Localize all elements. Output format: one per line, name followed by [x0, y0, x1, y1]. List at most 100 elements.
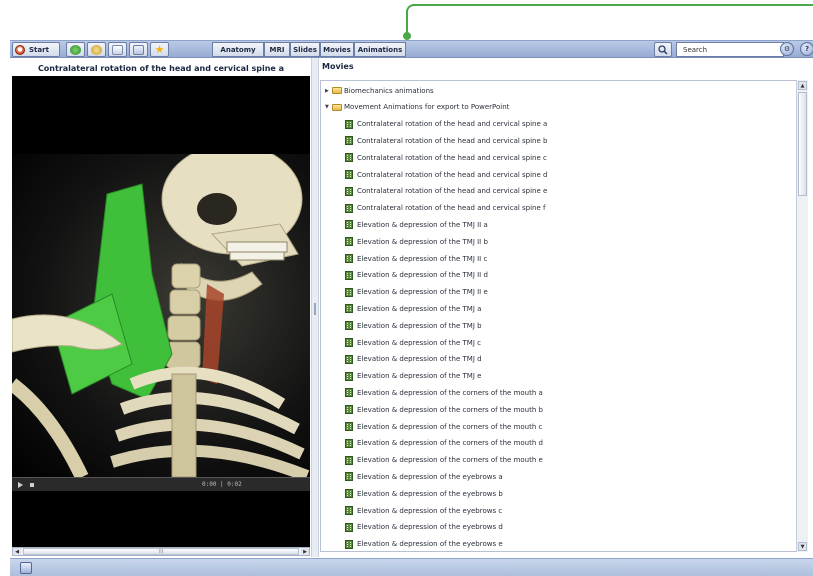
- panel-splitter[interactable]: [311, 58, 319, 557]
- tree-movie-item[interactable]: Elevation & depression of the eyebrows d: [345, 520, 503, 535]
- tree-movie-label: Elevation & depression of the TMJ II d: [357, 271, 488, 280]
- stop-icon[interactable]: [30, 482, 34, 487]
- settings-button[interactable]: ⚙: [780, 42, 794, 56]
- vertical-scroll-thumb[interactable]: [798, 92, 807, 196]
- film-icon: [345, 287, 353, 297]
- tree-movie-label: Elevation & depression of the TMJ II a: [357, 220, 488, 229]
- expand-open-icon[interactable]: ▼: [325, 104, 331, 110]
- document-button[interactable]: [108, 42, 127, 57]
- skeleton-animation-image: [12, 143, 310, 477]
- tree-movie-item[interactable]: Contralateral rotation of the head and c…: [345, 117, 547, 132]
- save-icon[interactable]: [20, 562, 32, 574]
- home-button[interactable]: [66, 42, 85, 57]
- tab-movies[interactable]: Movies: [320, 42, 354, 57]
- tree-movie-label: Contralateral rotation of the head and c…: [357, 136, 548, 145]
- tree-movie-item[interactable]: Contralateral rotation of the head and c…: [345, 133, 547, 148]
- tree-movie-item[interactable]: Elevation & depression of the corners of…: [345, 453, 543, 468]
- play-icon[interactable]: [18, 481, 23, 488]
- tree-movie-label: Elevation & depression of the corners of…: [357, 439, 543, 448]
- tree-movie-item[interactable]: Elevation & depression of the corners of…: [345, 402, 543, 417]
- tree-movie-item[interactable]: Elevation & depression of the TMJ II c: [345, 251, 487, 266]
- callout-line: [412, 4, 813, 6]
- scroll-right-icon[interactable]: ▶: [301, 548, 309, 555]
- tree-movie-item[interactable]: Contralateral rotation of the head and c…: [345, 150, 547, 165]
- tree-movie-item[interactable]: Contralateral rotation of the head and c…: [345, 167, 547, 182]
- tree-movie-item[interactable]: Elevation & depression of the TMJ II e: [345, 285, 488, 300]
- film-icon: [345, 472, 353, 482]
- tree-movie-item[interactable]: Elevation & depression of the corners of…: [345, 436, 543, 451]
- tree-movie-item[interactable]: Elevation & depression of the TMJ II a: [345, 217, 488, 232]
- help-button[interactable]: ?: [800, 42, 813, 56]
- film-icon: [345, 422, 353, 431]
- star-button[interactable]: ★: [150, 42, 169, 57]
- scroll-up-icon[interactable]: ▲: [798, 81, 807, 90]
- tree-movie-item[interactable]: Elevation & depression of the TMJ e: [345, 369, 481, 384]
- tree-movie-item[interactable]: Elevation & depression of the eyebrows a: [345, 469, 503, 484]
- folder-icon: [332, 103, 342, 111]
- movies-tree-panel: ▶ Biomechanics animations ▼ Movement Animat…: [320, 80, 808, 552]
- tree-movie-item[interactable]: Elevation & depression of the TMJ d: [345, 352, 482, 367]
- search-input[interactable]: [676, 42, 784, 57]
- tree-folder[interactable]: ▶ Biomechanics animations: [325, 83, 434, 98]
- vertical-scrollbar[interactable]: ▲ ▼: [796, 80, 808, 552]
- scroll-thumb[interactable]: III: [23, 548, 299, 555]
- favorites-icon: [91, 44, 102, 55]
- tab-animations[interactable]: Animations: [354, 42, 406, 57]
- film-icon: [345, 455, 353, 465]
- window-button[interactable]: [129, 42, 148, 57]
- tree-movie-item[interactable]: Elevation & depression of the TMJ a: [345, 301, 481, 316]
- film-icon: [345, 186, 353, 196]
- tab-mri[interactable]: MRI: [264, 42, 290, 57]
- folder-icon: [332, 87, 342, 94]
- film-icon: [345, 489, 353, 499]
- tree-movie-item[interactable]: Elevation & depression of the corners of…: [345, 419, 542, 434]
- film-icon: [345, 522, 353, 532]
- favorites-button[interactable]: [87, 42, 106, 57]
- window-icon: [133, 44, 144, 55]
- tree-movie-item[interactable]: Elevation & depression of the eyebrows e: [345, 537, 503, 551]
- tree-movie-label: Elevation & depression of the eyebrows a: [357, 472, 503, 481]
- tree-movie-label: Elevation & depression of the corners of…: [357, 388, 543, 397]
- tree-movie-label: Elevation & depression of the TMJ II c: [357, 254, 488, 263]
- start-button[interactable]: ● Start: [12, 42, 60, 57]
- scroll-down-icon[interactable]: ▼: [798, 542, 807, 551]
- tree-movie-item[interactable]: Elevation & depression of the eyebrows b: [345, 486, 503, 501]
- film-icon: [345, 338, 353, 347]
- scroll-left-icon[interactable]: ◀: [13, 548, 21, 555]
- film-icon: [345, 220, 353, 230]
- tree-folder-label: Biomechanics animations: [344, 86, 434, 95]
- main-toolbar: ● Start ★ Anatomy MRI Slides Movies Anim…: [10, 40, 813, 58]
- film-icon: [345, 405, 353, 415]
- tab-mri-label: MRI: [269, 45, 285, 54]
- tree-movie-label: Contralateral rotation of the head and c…: [357, 120, 548, 129]
- film-icon: [345, 153, 353, 163]
- horizontal-scrollbar[interactable]: ◀ III ▶: [12, 547, 310, 556]
- tree-movie-label: Elevation & depression of the TMJ a: [357, 304, 482, 313]
- tree-movie-item[interactable]: Elevation & depression of the TMJ II d: [345, 268, 488, 283]
- film-icon: [345, 304, 353, 314]
- film-icon: [345, 438, 353, 448]
- tree-movie-item[interactable]: Elevation & depression of the TMJ b: [345, 318, 482, 333]
- tab-slides[interactable]: Slides: [290, 42, 320, 57]
- tree-movie-item[interactable]: Elevation & depression of the TMJ II b: [345, 234, 488, 249]
- search-button[interactable]: [654, 42, 672, 57]
- start-label: Start: [29, 45, 49, 54]
- tree-folder[interactable]: ▼ Movement Animations for export to Power…: [325, 100, 509, 115]
- tree-movie-label: Elevation & depression of the eyebrows b: [357, 489, 503, 498]
- scroll-thumb-grip: III: [158, 549, 164, 555]
- tree-movie-label: Contralateral rotation of the head and c…: [357, 170, 548, 179]
- tree-movie-label: Elevation & depression of the corners of…: [357, 405, 543, 414]
- tree-movie-item[interactable]: Contralateral rotation of the head and c…: [345, 184, 547, 199]
- tree-movie-item[interactable]: Contralateral rotation of the head and c…: [345, 201, 546, 216]
- tree-movie-item[interactable]: Elevation & depression of the eyebrows c: [345, 503, 502, 518]
- expand-closed-icon[interactable]: ▶: [325, 88, 331, 94]
- tree-movie-label: Elevation & depression of the eyebrows d: [357, 523, 503, 532]
- video-background: [12, 491, 310, 547]
- gear-icon: ⚙: [783, 45, 791, 53]
- film-icon: [345, 354, 353, 364]
- tree-movie-item[interactable]: Elevation & depression of the corners of…: [345, 385, 543, 400]
- video-player[interactable]: [12, 76, 310, 477]
- tab-anatomy[interactable]: Anatomy: [212, 42, 264, 57]
- tree-movie-item[interactable]: Elevation & depression of the TMJ c: [345, 335, 481, 350]
- tab-anatomy-label: Anatomy: [220, 45, 256, 54]
